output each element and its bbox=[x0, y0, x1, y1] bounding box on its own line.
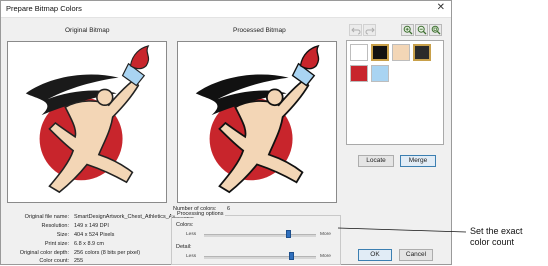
processing-options-group: Processing options Colors: Less More Det… bbox=[171, 211, 341, 265]
zoom-out-icon bbox=[417, 25, 426, 35]
detail-less-label: Less bbox=[186, 254, 197, 259]
annotation-line-1: Set the exact bbox=[470, 226, 523, 236]
detail-label: Detail: bbox=[176, 244, 192, 250]
zoom-out-button[interactable] bbox=[415, 24, 428, 36]
ok-button[interactable]: OK bbox=[358, 249, 392, 261]
colors-slider-track[interactable] bbox=[204, 234, 316, 237]
original-bitmap-label: Original Bitmap bbox=[65, 27, 110, 34]
color-count-label: Color count: bbox=[39, 258, 69, 264]
zoom-fit-icon bbox=[431, 25, 440, 35]
resolution-label: Resolution: bbox=[41, 223, 69, 229]
annotation-callout: Set the exact color count bbox=[470, 226, 523, 248]
annotation-line-2: color count bbox=[470, 237, 515, 247]
colors-label: Colors: bbox=[176, 222, 194, 228]
detail-slider-thumb[interactable] bbox=[288, 252, 294, 260]
color-swatch[interactable] bbox=[371, 65, 389, 82]
close-icon[interactable]: ✕ bbox=[437, 2, 445, 13]
dialog-title: Prepare Bitmap Colors bbox=[6, 4, 82, 13]
colors-slider-thumb[interactable] bbox=[285, 230, 291, 238]
color-swatch[interactable] bbox=[350, 65, 368, 82]
size-label: Size: bbox=[56, 232, 69, 238]
zoom-fit-button[interactable] bbox=[429, 24, 442, 36]
runner-artwork-processed bbox=[195, 44, 320, 194]
size-value: 404 x 524 Pixels bbox=[74, 232, 115, 238]
color-depth-value: 256 colors (8 bits per pixel) bbox=[74, 250, 141, 256]
file-name-label: Original file name: bbox=[24, 214, 69, 220]
color-swatch-panel bbox=[346, 40, 444, 145]
zoom-in-button[interactable] bbox=[401, 24, 414, 36]
detail-slider-track[interactable] bbox=[204, 256, 316, 259]
zoom-in-icon bbox=[403, 25, 412, 35]
processed-bitmap-preview[interactable] bbox=[177, 41, 337, 203]
print-size-label: Print size: bbox=[44, 241, 69, 247]
detail-more-label: More bbox=[320, 254, 331, 259]
undo-icon bbox=[350, 27, 360, 35]
processed-bitmap-label: Processed Bitmap bbox=[233, 27, 286, 34]
color-depth-label: Original color depth: bbox=[19, 250, 69, 256]
cancel-button[interactable]: Cancel bbox=[399, 249, 433, 261]
locate-button[interactable]: Locate bbox=[358, 155, 394, 167]
runner-artwork-original bbox=[25, 45, 150, 194]
color-count-value: 255 bbox=[74, 258, 84, 264]
processing-options-title: Processing options bbox=[175, 211, 226, 217]
original-bitmap-preview[interactable] bbox=[7, 41, 167, 203]
print-size-value: 6.8 x 8.9 cm bbox=[74, 241, 104, 247]
number-of-colors-value[interactable]: 6 bbox=[227, 206, 230, 212]
color-swatch[interactable] bbox=[371, 44, 389, 61]
title-bar: Prepare Bitmap Colors ✕ bbox=[1, 1, 451, 18]
redo-icon bbox=[365, 27, 375, 35]
undo-button[interactable] bbox=[349, 24, 362, 36]
color-swatch[interactable] bbox=[413, 44, 431, 61]
color-swatch[interactable] bbox=[392, 44, 410, 61]
prepare-bitmap-colors-dialog: Prepare Bitmap Colors ✕ Original Bitmap … bbox=[0, 0, 452, 265]
resolution-value: 149 x 149 DPI bbox=[74, 223, 109, 229]
colors-less-label: Less bbox=[186, 232, 197, 237]
merge-button[interactable]: Merge bbox=[400, 155, 436, 167]
colors-more-label: More bbox=[320, 232, 331, 237]
color-swatch[interactable] bbox=[350, 44, 368, 61]
redo-button[interactable] bbox=[363, 24, 376, 36]
